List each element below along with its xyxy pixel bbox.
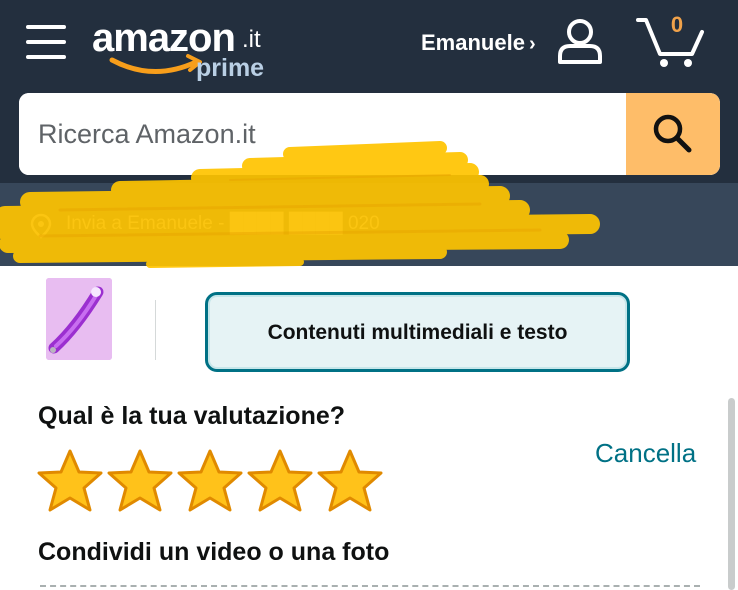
product-thumbnail[interactable] [46, 278, 112, 360]
star-3-icon[interactable] [176, 448, 244, 514]
search-input[interactable] [19, 93, 627, 175]
search-bar [19, 93, 720, 175]
account-name: Emanuele [421, 30, 525, 55]
cart-count-badge: 0 [670, 12, 684, 37]
amazon-smile-icon [109, 54, 202, 74]
star-5-icon[interactable] [316, 448, 384, 514]
share-media-title: Condividi un video o una foto [38, 538, 390, 566]
amazon-prime-logo[interactable]: amazon .it prime [92, 16, 282, 86]
location-pin-icon [30, 213, 52, 239]
media-and-text-tab[interactable]: Contenuti multimediali e testo [205, 292, 630, 372]
delivery-address-text: Invia a Emanuele - ████ ████ 020 [66, 213, 380, 234]
star-1-icon[interactable] [36, 448, 104, 514]
account-link[interactable]: Emanuele › [421, 30, 536, 56]
scrollbar[interactable] [728, 398, 735, 590]
vertical-divider [155, 300, 156, 360]
product-image [46, 278, 112, 360]
chevron-right-icon: › [528, 33, 536, 55]
top-nav-bar: amazon .it prime Emanuele › 0 [0, 0, 738, 183]
media-and-text-label: Contenuti multimediali e testo [267, 321, 568, 344]
cancel-rating-link[interactable]: Cancella [595, 438, 696, 469]
delivery-location-bar[interactable]: Invia a Emanuele - ████ ████ 020 [0, 183, 738, 266]
hamburger-menu-icon[interactable] [26, 25, 66, 59]
logo-tld: .it [242, 26, 261, 53]
upload-dropzone-border[interactable] [40, 585, 700, 587]
search-button[interactable] [626, 93, 720, 175]
user-icon[interactable] [555, 16, 605, 66]
star-4-icon[interactable] [246, 448, 314, 514]
logo-prime: prime [196, 54, 265, 82]
rating-question: Qual è la tua valutazione? [38, 402, 346, 430]
star-2-icon[interactable] [106, 448, 174, 514]
search-icon [653, 114, 692, 153]
